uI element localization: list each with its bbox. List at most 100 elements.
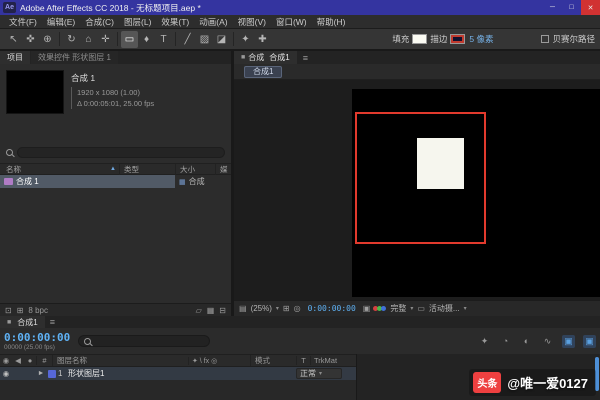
- layer-label-color[interactable]: [48, 369, 56, 378]
- panel-icon: ■: [7, 318, 12, 326]
- pan-behind-tool-icon[interactable]: ✛: [97, 31, 114, 48]
- switches-column-header[interactable]: ✦ \ fx ◎: [188, 356, 250, 365]
- menu-edit[interactable]: 编辑(E): [42, 16, 80, 28]
- video-column-icon[interactable]: ◉: [0, 356, 12, 365]
- frame-blending-icon[interactable]: ◔: [499, 335, 512, 348]
- hand-tool-icon[interactable]: ✜: [22, 31, 39, 48]
- bezier-path-option[interactable]: 贝赛尔路径: [541, 33, 595, 45]
- solo-column-icon[interactable]: ●: [24, 356, 36, 365]
- window-controls: ─ □ ✕: [543, 0, 600, 15]
- chevron-down-icon: ▾: [319, 371, 323, 377]
- brush-tool-icon[interactable]: ╱: [179, 31, 196, 48]
- main-area: 项目 效果控件 形状图层 1 合成 1 1920 x 1080 (1.00) Δ…: [0, 51, 600, 316]
- menu-window[interactable]: 窗口(W): [271, 16, 312, 28]
- titlebar: Ae Adobe After Effects CC 2018 - 无标题项目.a…: [0, 0, 600, 15]
- shape-rectangle-white-fill[interactable]: [417, 138, 464, 189]
- fill-label: 填充: [392, 34, 410, 44]
- menu-help[interactable]: 帮助(H): [312, 16, 351, 28]
- bezier-checkbox[interactable]: [541, 35, 550, 43]
- minimize-button[interactable]: ─: [543, 0, 562, 15]
- timeline-tab-label: 合成1: [17, 317, 38, 327]
- menu-layer[interactable]: 图层(L): [119, 16, 156, 28]
- twirl-icon[interactable]: ►: [36, 370, 46, 377]
- tab-effect-controls[interactable]: 效果控件 形状图层 1: [31, 51, 118, 64]
- layer-row[interactable]: ◉ ► 1 形状图层1 正常 ▾: [0, 367, 356, 380]
- pen-tool-icon[interactable]: ♦: [138, 31, 155, 48]
- viewer-timecode[interactable]: 0:00:00:00: [308, 304, 356, 313]
- layer-visibility-icon[interactable]: ◉: [0, 369, 12, 378]
- channels-icon[interactable]: [373, 306, 387, 311]
- frame-counter: 00000 (25.00 fps): [4, 343, 55, 351]
- tab-composition[interactable]: ■ 合成 合成1: [234, 51, 297, 64]
- panel-menu-icon[interactable]: ≡: [45, 316, 60, 328]
- viewer-controls-bar: ▤ (25%) ▾ ⊞ ◎ 0:00:00:00 ▣ 完整 ▾ ▭ 活动摄...…: [234, 300, 600, 316]
- layer-mode-select[interactable]: 正常 ▾: [296, 368, 342, 379]
- shy-layers-icon[interactable]: ✦: [478, 335, 491, 348]
- shape-tool-icon[interactable]: ▭: [121, 30, 138, 48]
- layer-name[interactable]: 形状图层1: [68, 368, 234, 379]
- new-composition-icon[interactable]: ▦: [207, 306, 215, 315]
- menu-effect[interactable]: 效果(T): [156, 16, 194, 28]
- column-name-label: 名称: [6, 164, 21, 174]
- menu-view[interactable]: 视图(V): [233, 16, 271, 28]
- new-folder-icon[interactable]: ▱: [196, 306, 202, 315]
- composition-canvas[interactable]: [352, 89, 600, 297]
- timeline-timecode[interactable]: 0:00:00:00: [4, 331, 70, 344]
- clone-stamp-tool-icon[interactable]: ▨: [196, 31, 213, 48]
- project-search-input[interactable]: [17, 147, 225, 158]
- magnification-menu[interactable]: (25%): [251, 304, 272, 313]
- panel-menu-icon[interactable]: ≡: [298, 51, 313, 64]
- bit-depth-button[interactable]: 8 bpc: [28, 306, 48, 315]
- selection-tool-icon[interactable]: ↖: [5, 31, 22, 48]
- search-project-icon[interactable]: ⊞: [17, 306, 24, 315]
- composition-viewer[interactable]: [234, 80, 600, 300]
- motion-blur-icon[interactable]: ◐: [520, 335, 533, 348]
- roto-brush-tool-icon[interactable]: ✦: [237, 31, 254, 48]
- graph-editor-icon[interactable]: ∿: [541, 335, 554, 348]
- comp-mini-map-icon[interactable]: ▣: [583, 334, 596, 348]
- camera-tool-icon[interactable]: ⌂: [80, 31, 97, 48]
- zoom-tool-icon[interactable]: ⊕: [39, 31, 56, 48]
- eraser-tool-icon[interactable]: ◪: [213, 31, 230, 48]
- column-header-media[interactable]: 媒: [215, 163, 231, 175]
- fill-color-swatch[interactable]: [412, 34, 428, 44]
- stroke-color-swatch[interactable]: [450, 34, 466, 44]
- maximize-button[interactable]: □: [562, 0, 581, 15]
- composition-panel-tabs: ■ 合成 合成1 ≡: [234, 51, 600, 64]
- project-panel: 项目 效果控件 形状图层 1 合成 1 1920 x 1080 (1.00) Δ…: [0, 51, 234, 316]
- column-header-type[interactable]: 类型: [119, 163, 175, 175]
- index-column-header[interactable]: #: [36, 356, 52, 365]
- type-tool-icon[interactable]: T: [155, 31, 172, 48]
- t-column-header[interactable]: T: [296, 356, 310, 365]
- project-item-row[interactable]: 合成 1 ▦ 合成: [0, 175, 231, 188]
- layer-name-column-header[interactable]: 图层名称: [52, 355, 188, 366]
- tab-project[interactable]: 项目: [0, 51, 30, 64]
- mask-visibility-icon[interactable]: ◎: [294, 304, 301, 313]
- delete-icon[interactable]: ⊟: [219, 306, 226, 315]
- active-camera-menu[interactable]: 活动摄...: [429, 303, 460, 314]
- puppet-pin-tool-icon[interactable]: ✚: [254, 31, 271, 48]
- menu-file[interactable]: 文件(F): [4, 16, 42, 28]
- resolution-menu[interactable]: 完整: [390, 303, 406, 314]
- timeline-search-input[interactable]: [78, 335, 211, 347]
- stroke-width-value[interactable]: 5 像素: [469, 33, 493, 45]
- column-header-name[interactable]: 名称 ▲: [0, 164, 119, 175]
- audio-column-icon[interactable]: ◀: [12, 356, 24, 365]
- search-icon: [84, 337, 92, 345]
- rotation-tool-icon[interactable]: ↻: [63, 31, 80, 48]
- mode-column-header[interactable]: 模式: [250, 355, 296, 366]
- project-panel-footer: ⊡ ⊞ 8 bpc ▱ ▦ ⊟: [0, 303, 231, 316]
- menu-composition[interactable]: 合成(C): [80, 16, 119, 28]
- menu-animation[interactable]: 动画(A): [194, 16, 232, 28]
- interpret-footage-icon[interactable]: ⊡: [5, 306, 12, 315]
- comp-flowchart-icon[interactable]: ▣: [562, 334, 575, 348]
- snapshot-icon[interactable]: ▣: [363, 304, 371, 313]
- breadcrumb-comp-button[interactable]: 合成1: [244, 65, 283, 78]
- region-of-interest-icon[interactable]: ▭: [417, 304, 425, 313]
- close-button[interactable]: ✕: [581, 0, 600, 15]
- safe-zones-icon[interactable]: ⊞: [283, 304, 290, 313]
- grid-options-icon[interactable]: ▤: [239, 304, 247, 313]
- trkmat-column-header[interactable]: TrkMat: [310, 356, 356, 365]
- column-header-size[interactable]: 大小: [175, 163, 215, 175]
- timeline-tab-comp1[interactable]: ■ 合成1: [0, 316, 45, 328]
